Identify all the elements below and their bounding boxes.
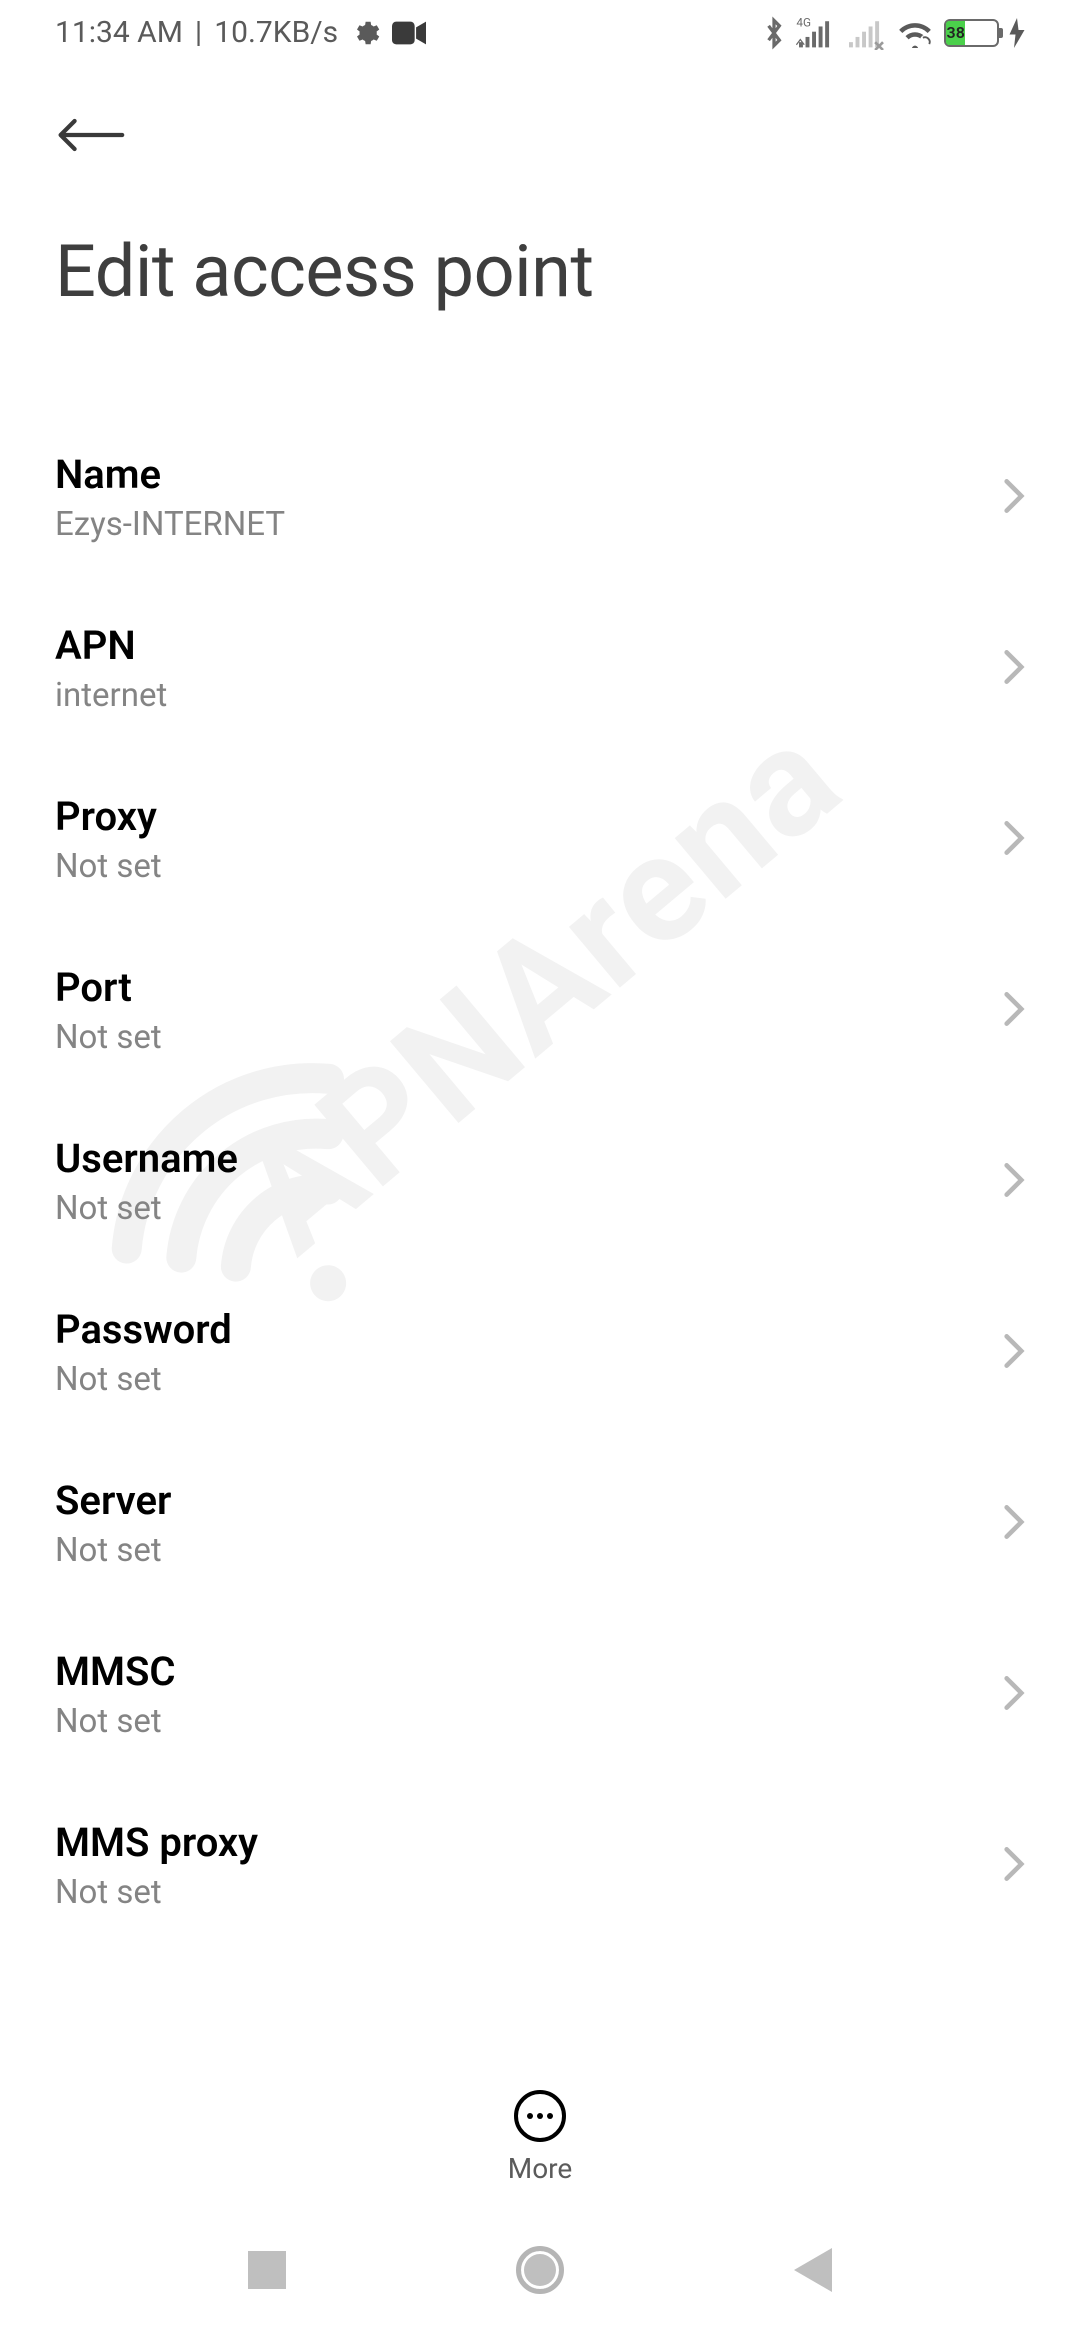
setting-row-username[interactable]: Username Not set [0, 1093, 1080, 1264]
setting-value: internet [55, 676, 167, 715]
setting-value: Not set [55, 1018, 162, 1057]
setting-row-mmsc[interactable]: MMSC Not set [0, 1606, 1080, 1777]
setting-label: MMSC [55, 1648, 176, 1695]
square-icon [248, 2251, 286, 2289]
more-icon [514, 2090, 566, 2142]
setting-value: Not set [55, 1702, 176, 1741]
setting-value: Not set [55, 1189, 238, 1228]
chevron-right-icon [1003, 1845, 1025, 1887]
setting-value: Not set [55, 1360, 232, 1399]
page-title: Edit access point [55, 229, 1025, 314]
setting-label: Password [55, 1306, 232, 1353]
chevron-right-icon [1003, 648, 1025, 690]
more-button[interactable]: More [508, 2090, 573, 2185]
setting-label: Port [55, 964, 162, 1011]
setting-value: Not set [55, 1873, 258, 1912]
nav-home-button[interactable] [490, 2246, 590, 2294]
chevron-right-icon [1003, 1503, 1025, 1545]
navigation-bar [0, 2200, 1080, 2340]
chevron-right-icon [1003, 1161, 1025, 1203]
setting-label: Name [55, 451, 285, 498]
setting-label: APN [55, 622, 167, 669]
setting-row-port[interactable]: Port Not set [0, 922, 1080, 1093]
setting-label: Username [55, 1135, 238, 1182]
chevron-right-icon [1003, 990, 1025, 1032]
back-button[interactable] [55, 105, 125, 169]
setting-row-apn[interactable]: APN internet [0, 580, 1080, 751]
setting-row-mmsproxy[interactable]: MMS proxy Not set [0, 1777, 1080, 1948]
setting-value: Not set [55, 847, 162, 886]
status-time: 11:34 AM [55, 15, 183, 50]
camera-icon [392, 20, 426, 46]
setting-row-password[interactable]: Password Not set [0, 1264, 1080, 1435]
more-label: More [508, 2152, 573, 2185]
status-speed: 10.7KB/s [214, 15, 338, 50]
setting-label: MMS proxy [55, 1819, 258, 1866]
status-separator: | [195, 15, 202, 50]
gear-icon [350, 18, 380, 48]
setting-label: Proxy [55, 793, 162, 840]
triangle-icon [794, 2248, 832, 2292]
bluetooth-icon [762, 15, 786, 51]
setting-row-server[interactable]: Server Not set [0, 1435, 1080, 1606]
charging-icon [1009, 18, 1025, 48]
svg-text:4G: 4G [796, 16, 811, 29]
battery-icon: 38 [944, 19, 999, 47]
signal-no-sim-icon [846, 16, 886, 50]
setting-row-name[interactable]: Name Ezys-INTERNET [0, 409, 1080, 580]
circle-icon [516, 2246, 564, 2294]
setting-row-proxy[interactable]: Proxy Not set [0, 751, 1080, 922]
status-bar: 11:34 AM | 10.7KB/s 4G 38 [0, 0, 1080, 65]
setting-value: Not set [55, 1531, 171, 1570]
setting-value: Ezys-INTERNET [55, 505, 285, 544]
chevron-right-icon [1003, 1674, 1025, 1716]
signal-4g-icon: 4G [796, 16, 836, 50]
chevron-right-icon [1003, 819, 1025, 861]
wifi-icon [896, 18, 934, 48]
setting-label: Server [55, 1477, 171, 1524]
settings-list: Name Ezys-INTERNET APN internet Proxy No… [0, 409, 1080, 1948]
chevron-right-icon [1003, 1332, 1025, 1374]
nav-recent-button[interactable] [217, 2251, 317, 2289]
chevron-right-icon [1003, 477, 1025, 519]
nav-back-button[interactable] [763, 2248, 863, 2292]
